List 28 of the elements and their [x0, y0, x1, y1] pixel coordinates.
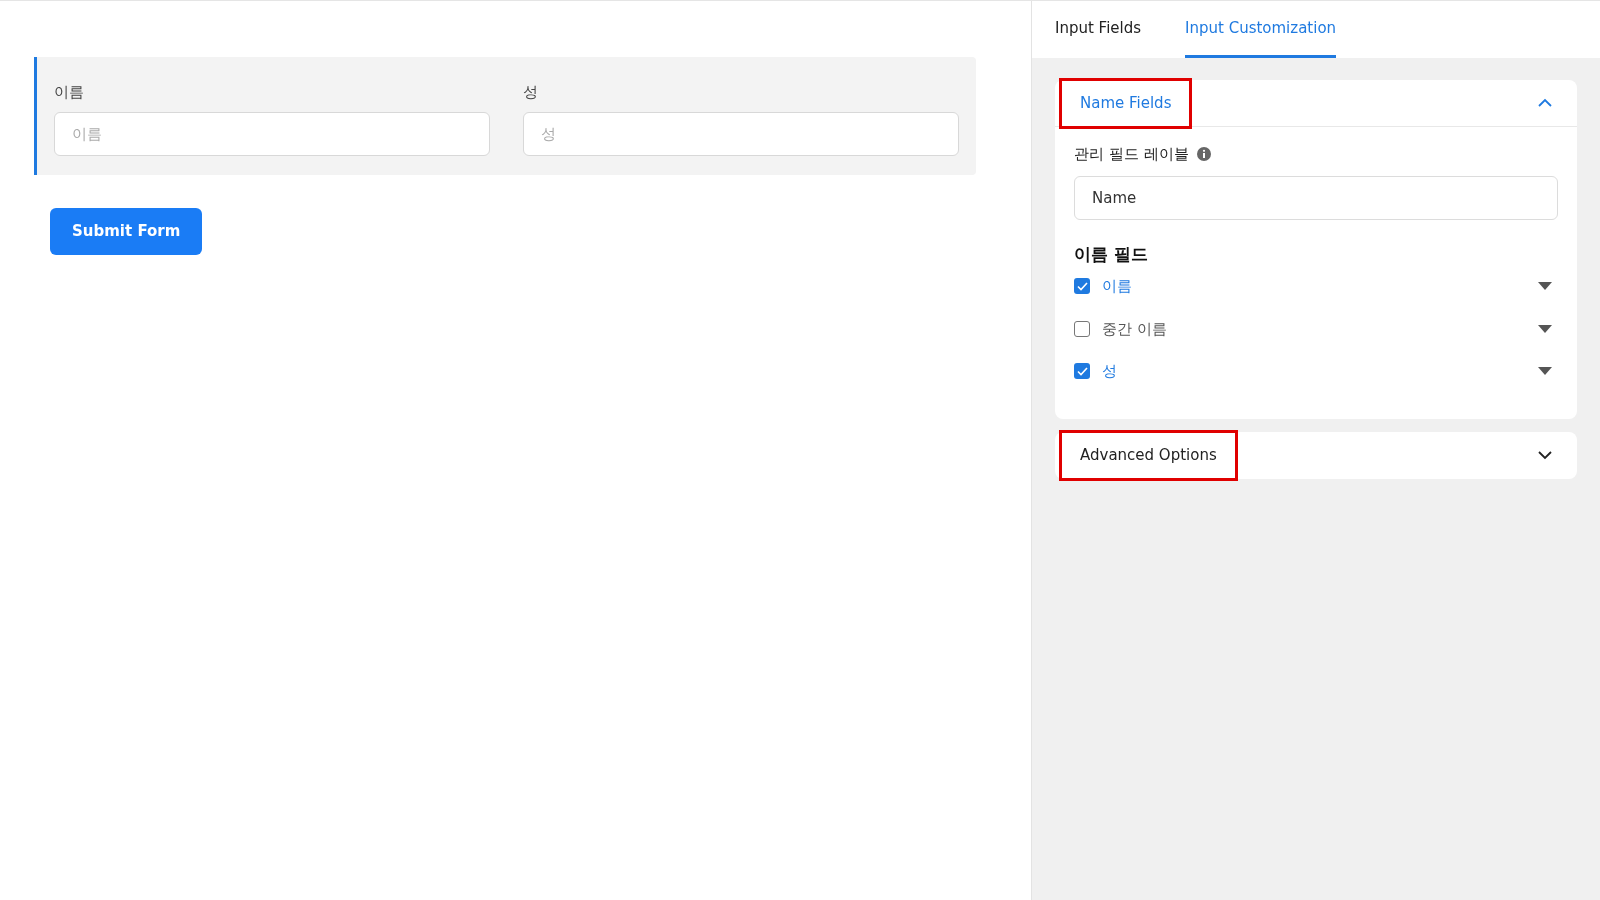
check-icon	[1076, 281, 1088, 291]
field-label: 이름	[54, 82, 85, 103]
text-input[interactable]: 이름	[54, 111, 490, 156]
field-label: 성	[523, 82, 539, 103]
name-part-label: 성	[1102, 361, 1117, 382]
dropdown-triangle-icon[interactable]	[1538, 282, 1552, 291]
chevron-down-icon	[1537, 450, 1553, 460]
info-icon	[1196, 147, 1211, 162]
dropdown-triangle-icon[interactable]	[1538, 367, 1552, 376]
name-part-label: 중간 이름	[1102, 318, 1167, 340]
accordion-title: Advanced Options	[1059, 429, 1238, 481]
tab[interactable]: Input Customization	[1185, 1, 1337, 58]
name-part-label: 이름	[1102, 276, 1132, 297]
checkbox[interactable]	[1074, 363, 1090, 380]
checkbox[interactable]	[1074, 320, 1090, 337]
admin-label-input[interactable]: Name	[1074, 175, 1558, 220]
checkbox[interactable]	[1074, 278, 1090, 295]
accordion-header[interactable]: Name Fields	[1055, 80, 1577, 127]
field-label: 관리 필드 레이블	[1074, 144, 1189, 165]
text-input[interactable]: 성	[523, 111, 959, 156]
accordion-header[interactable]: Advanced Options	[1055, 431, 1577, 479]
group-title: 이름 필드	[1074, 242, 1149, 266]
chevron-up-icon	[1537, 98, 1553, 108]
accordion-title: Name Fields	[1059, 77, 1193, 129]
tab[interactable]: Input Fields	[1055, 1, 1142, 58]
check-icon	[1076, 366, 1088, 376]
dropdown-triangle-icon[interactable]	[1538, 324, 1552, 333]
submit-button[interactable]: Submit Form	[50, 208, 203, 255]
